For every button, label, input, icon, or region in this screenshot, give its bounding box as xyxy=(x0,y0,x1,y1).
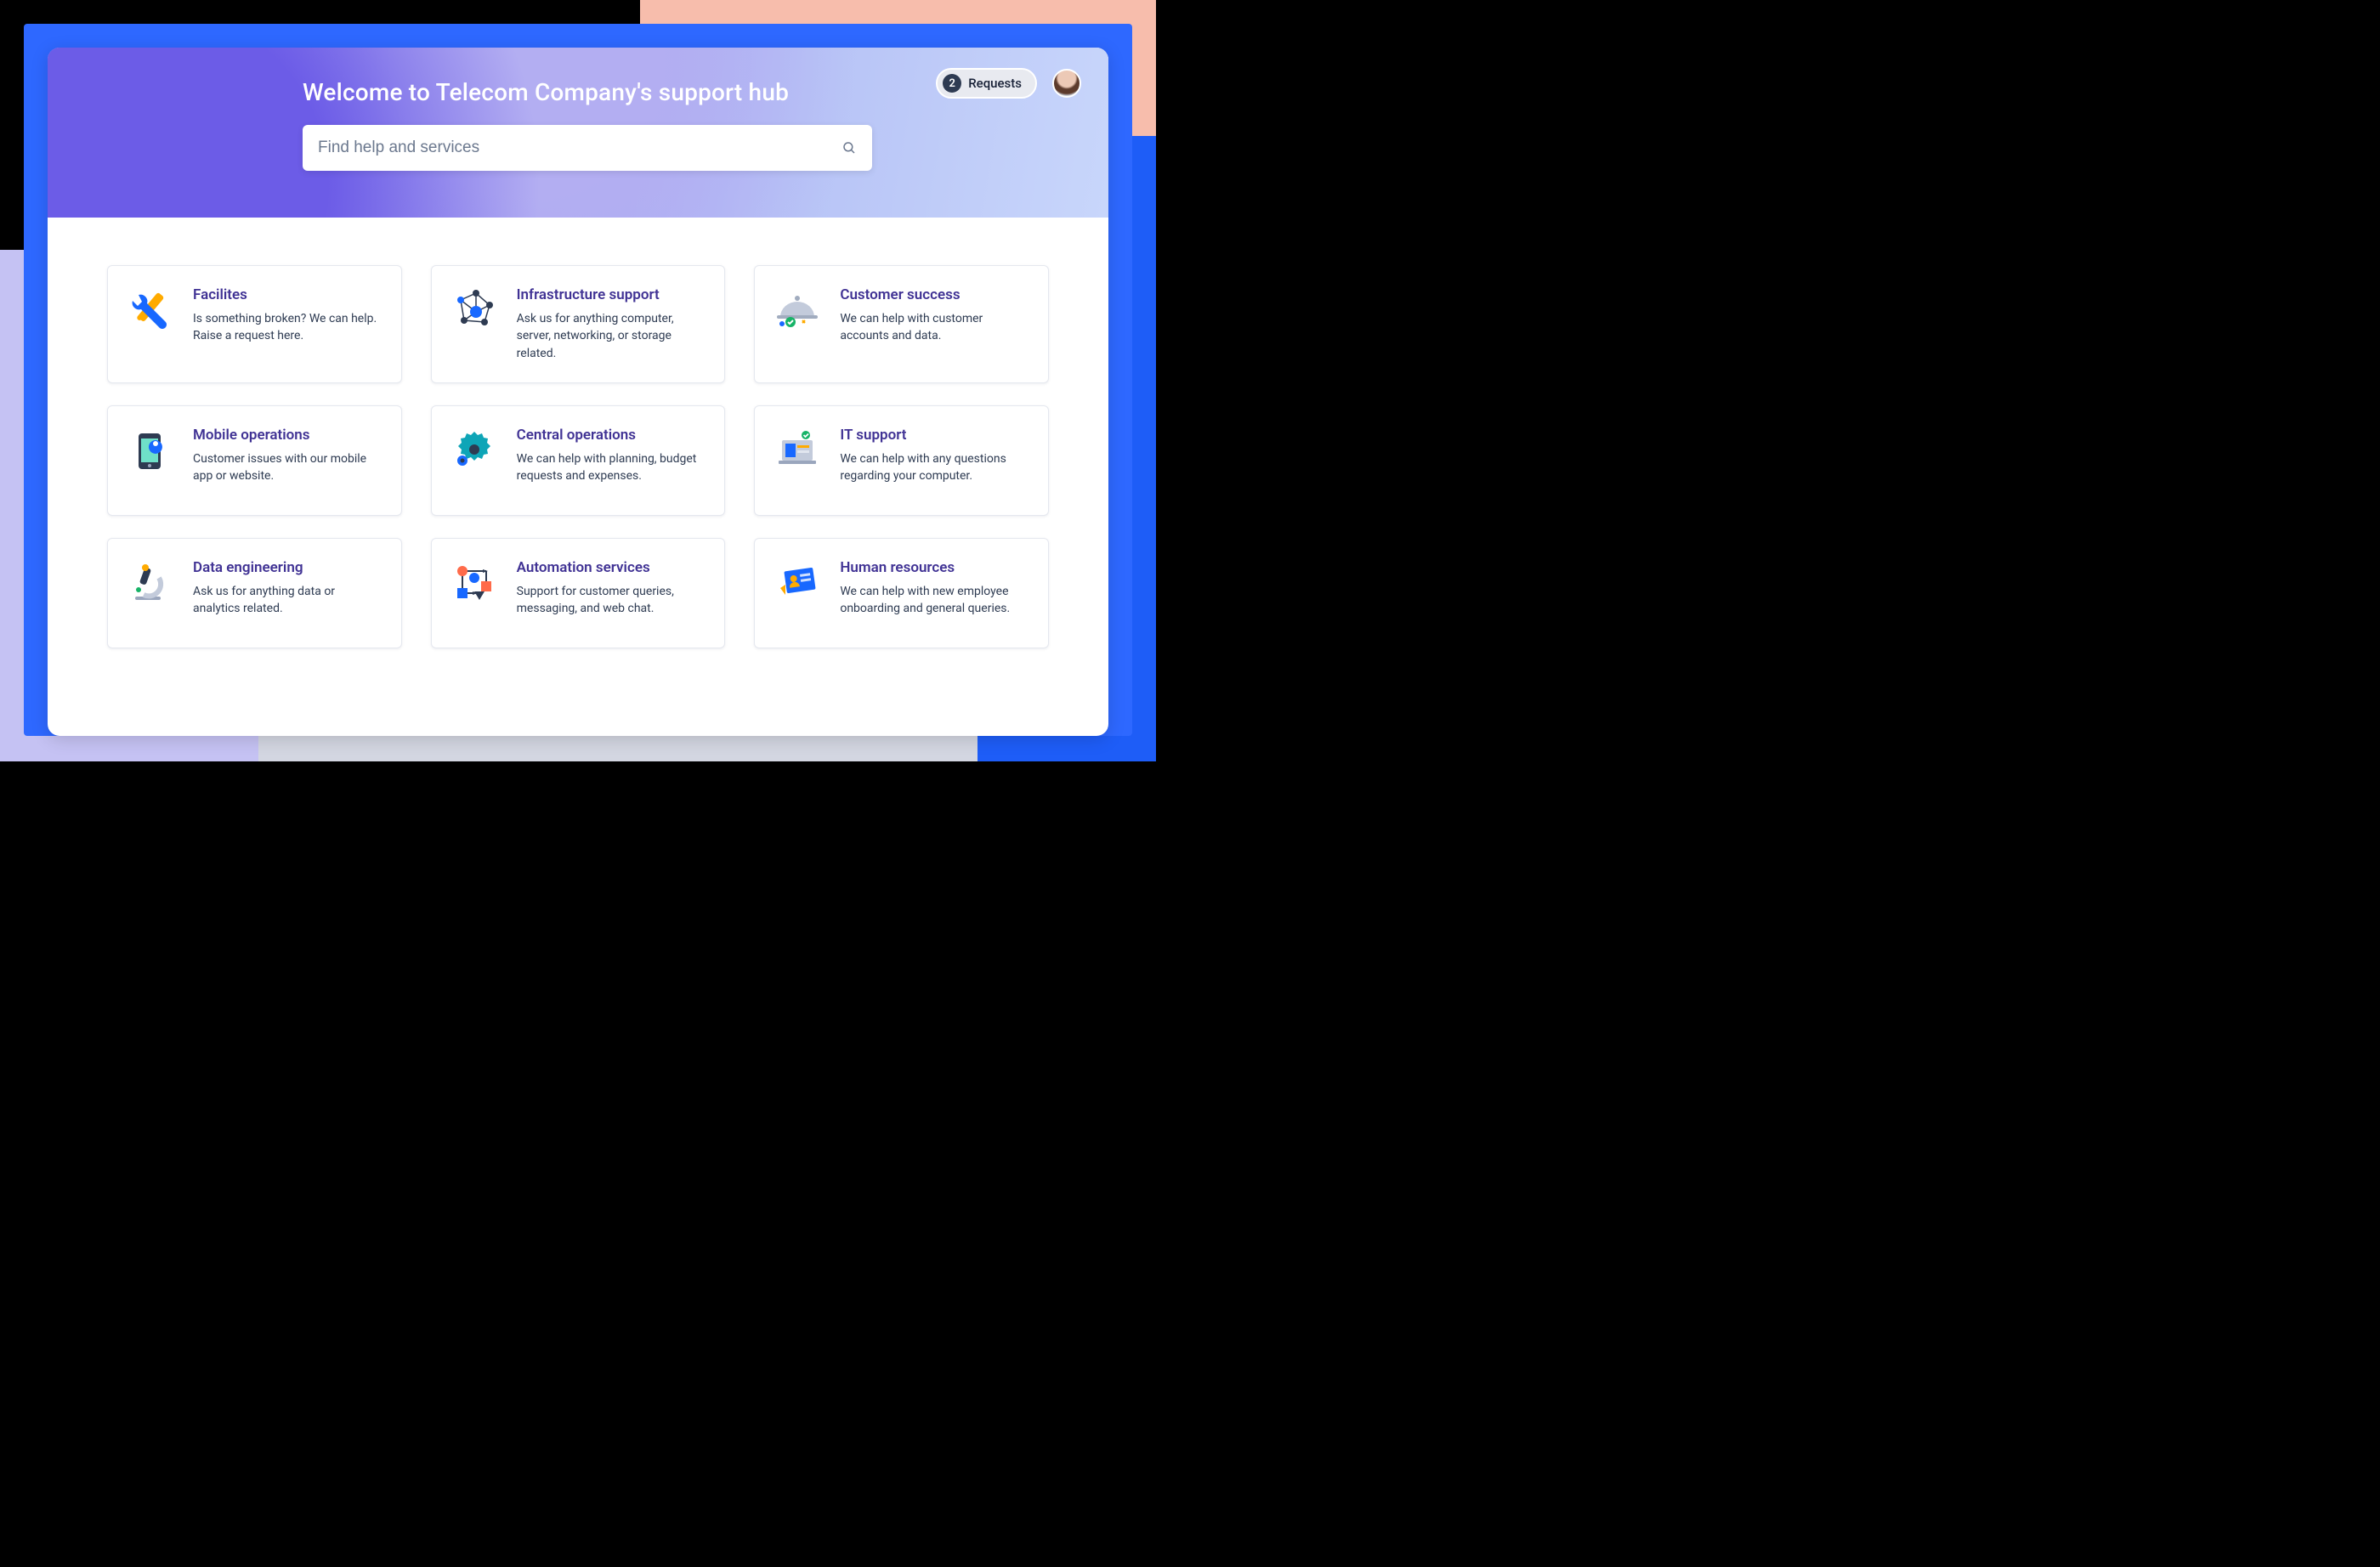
laptop-icon xyxy=(774,427,821,474)
cards-grid: Facilites Is something broken? We can he… xyxy=(107,265,1049,648)
cards-area: Facilites Is something broken? We can he… xyxy=(48,218,1108,682)
card-desc: We can help with customer accounts and d… xyxy=(840,310,1028,345)
card-data-engineering[interactable]: Data engineering Ask us for anything dat… xyxy=(107,538,402,648)
tools-icon xyxy=(127,286,174,334)
card-facilities[interactable]: Facilites Is something broken? We can he… xyxy=(107,265,402,383)
requests-label: Requests xyxy=(968,76,1022,91)
card-desc: We can help with new employee onboarding… xyxy=(840,583,1028,618)
requests-button[interactable]: 2 Requests xyxy=(936,68,1037,99)
card-mobile-operations[interactable]: Mobile operations Customer issues with o… xyxy=(107,405,402,516)
user-avatar[interactable] xyxy=(1052,69,1081,98)
requests-count-badge: 2 xyxy=(943,74,961,93)
card-title: Data engineering xyxy=(193,559,381,576)
card-infrastructure[interactable]: Infrastructure support Ask us for anythi… xyxy=(431,265,726,383)
network-icon xyxy=(450,286,498,334)
card-central-operations[interactable]: Central operations We can help with plan… xyxy=(431,405,726,516)
microscope-icon xyxy=(127,559,174,607)
phone-icon xyxy=(127,427,174,474)
card-title: Infrastructure support xyxy=(517,286,705,303)
card-title: Customer success xyxy=(840,286,1028,303)
card-desc: Support for customer queries, messaging,… xyxy=(517,583,705,618)
hero: 2 Requests Welcome to Telecom Company's … xyxy=(48,48,1108,218)
search-icon xyxy=(842,140,857,156)
card-desc: We can help with any questions regarding… xyxy=(840,450,1028,485)
search-input[interactable] xyxy=(318,139,842,157)
card-title: IT support xyxy=(840,427,1028,444)
support-hub-window: 2 Requests Welcome to Telecom Company's … xyxy=(48,48,1108,736)
card-desc: Is something broken? We can help. Raise … xyxy=(193,310,381,345)
card-human-resources[interactable]: Human resources We can help with new emp… xyxy=(754,538,1049,648)
card-title: Central operations xyxy=(517,427,705,444)
card-title: Automation services xyxy=(517,559,705,576)
gear-icon xyxy=(450,427,498,474)
card-desc: Ask us for anything computer, server, ne… xyxy=(517,310,705,362)
card-it-support[interactable]: IT support We can help with any question… xyxy=(754,405,1049,516)
flowchart-icon xyxy=(450,559,498,607)
card-title: Mobile operations xyxy=(193,427,381,444)
card-desc: Customer issues with our mobile app or w… xyxy=(193,450,381,485)
card-desc: Ask us for anything data or analytics re… xyxy=(193,583,381,618)
card-title: Facilites xyxy=(193,286,381,303)
search-box[interactable] xyxy=(303,125,872,171)
card-desc: We can help with planning, budget reques… xyxy=(517,450,705,485)
card-title: Human resources xyxy=(840,559,1028,576)
header-right: 2 Requests xyxy=(936,68,1081,99)
badge-icon xyxy=(774,559,821,607)
card-customer-success[interactable]: Customer success We can help with custom… xyxy=(754,265,1049,383)
card-automation-services[interactable]: Automation services Support for customer… xyxy=(431,538,726,648)
cloche-icon xyxy=(774,286,821,334)
